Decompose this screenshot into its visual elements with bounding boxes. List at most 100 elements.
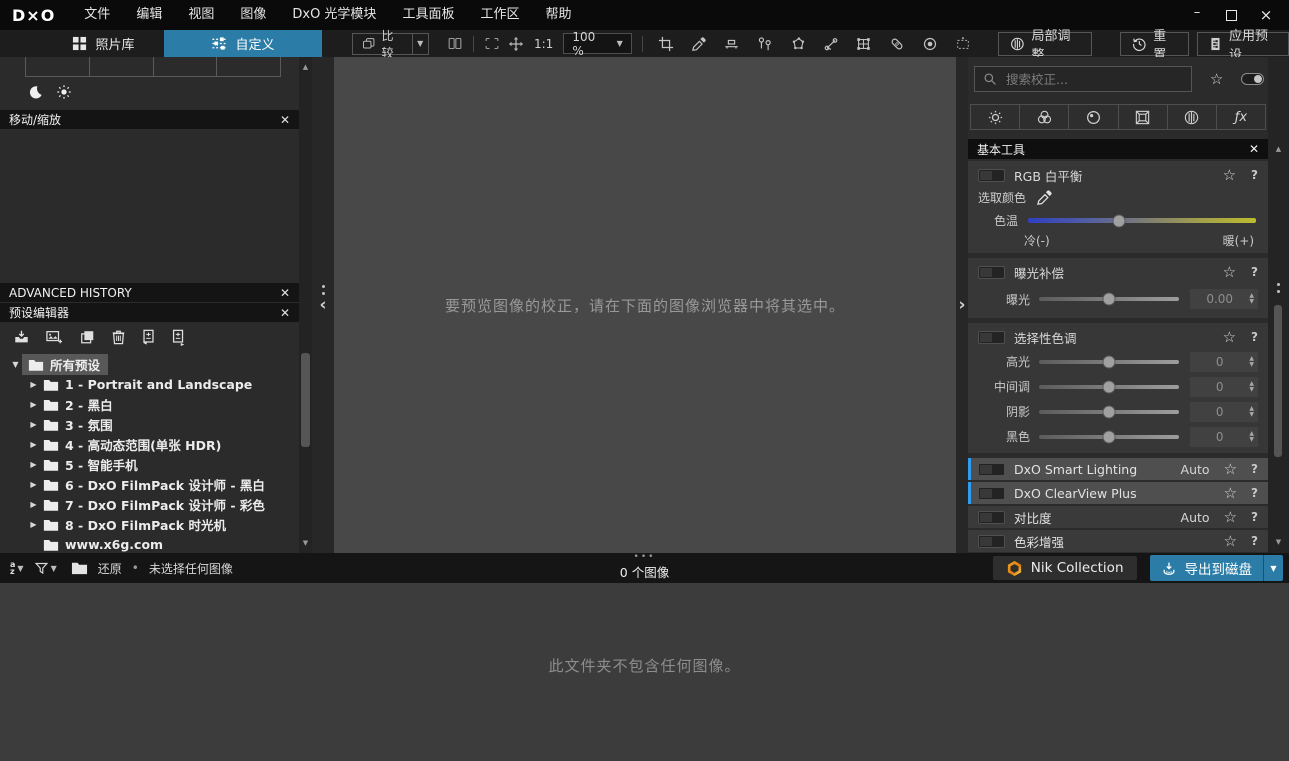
midtones-value-spinner[interactable]: 0 ▲ ▼: [1190, 376, 1258, 397]
repair-tool[interactable]: [884, 33, 910, 55]
export-preset-file-icon[interactable]: [171, 329, 186, 346]
selective-tone-checkbox[interactable]: [978, 330, 1005, 344]
scrollbar-thumb[interactable]: [1274, 305, 1282, 457]
left-panel-scrollbar[interactable]: ▲ ▼: [299, 57, 312, 553]
help-icon[interactable]: ?: [1251, 330, 1258, 344]
highlights-slider[interactable]: [1039, 355, 1179, 368]
help-icon[interactable]: ?: [1251, 265, 1258, 279]
tab-local-adjustments[interactable]: [1167, 104, 1217, 130]
expand-icon[interactable]: ▶: [27, 380, 40, 389]
shadows-slider[interactable]: [1039, 405, 1179, 418]
search-input[interactable]: [1004, 70, 1164, 88]
control-point-tool[interactable]: [752, 33, 778, 55]
collapse-icon[interactable]: ▼: [9, 360, 22, 369]
search-corrections-box[interactable]: [974, 66, 1192, 92]
preset-folder[interactable]: ▶ 1 - Portrait and Landscape: [0, 374, 299, 394]
smart-lighting-checkbox[interactable]: [978, 462, 1005, 476]
zoom-level-dropdown[interactable]: 100 % ▼: [563, 30, 632, 58]
sort-dropdown[interactable]: az ▼: [10, 561, 24, 576]
tab-color[interactable]: [1020, 104, 1070, 130]
left-panel-splitter[interactable]: ‹: [312, 57, 334, 553]
favorite-star-icon[interactable]: ☆: [1223, 263, 1236, 281]
local-adjustments-button[interactable]: 局部调整: [997, 29, 1092, 63]
close-icon[interactable]: ✕: [280, 306, 290, 320]
preset-folder[interactable]: www.x6g.com: [0, 534, 299, 553]
favorites-filter-icon[interactable]: ☆: [1210, 70, 1223, 88]
highlights-value-spinner[interactable]: 0 ▲ ▼: [1190, 351, 1258, 372]
tab-light[interactable]: [970, 104, 1021, 130]
expand-icon[interactable]: ▶: [27, 460, 40, 469]
right-panel-splitter[interactable]: ›: [956, 57, 968, 553]
polygon-tool[interactable]: [785, 33, 811, 55]
preset-folder[interactable]: ▶ 8 - DxO FilmPack 时光机: [0, 514, 299, 534]
perspective-grid-tool[interactable]: [851, 33, 877, 55]
duplicate-preset-icon[interactable]: [79, 329, 96, 345]
spinner-arrows-icon[interactable]: ▲ ▼: [1249, 405, 1258, 418]
preset-folder[interactable]: ▶ 4 - 高动态范围(单张 HDR): [0, 434, 299, 454]
create-preset-from-image-icon[interactable]: [45, 329, 64, 345]
blacks-value-spinner[interactable]: 0 ▲ ▼: [1190, 426, 1258, 447]
collapse-right-panel-icon[interactable]: ›: [956, 295, 968, 315]
menu-tool-panel[interactable]: 工具面板: [389, 0, 467, 30]
preset-folder[interactable]: ▶ 5 - 智能手机: [0, 454, 299, 474]
color-enhance-checkbox[interactable]: [978, 534, 1005, 548]
eyedropper-tool[interactable]: [686, 33, 712, 55]
preset-editor-palette-header[interactable]: 预设编辑器 ✕: [0, 303, 299, 322]
menu-edit[interactable]: 编辑: [123, 0, 175, 30]
minimize-button[interactable]: –: [1190, 6, 1204, 22]
menu-dxo-optics-modules[interactable]: DxO 光学模块: [279, 0, 389, 30]
active-corrections-toggle[interactable]: [1241, 73, 1264, 85]
slider-thumb[interactable]: [1102, 355, 1116, 368]
side-by-side-icon[interactable]: [443, 33, 467, 55]
nik-collection-button[interactable]: Nik Collection: [992, 556, 1137, 580]
tab-fx[interactable]: ƒx: [1216, 104, 1267, 130]
clearview-plus-row[interactable]: DxO ClearView Plus ☆ ?: [968, 482, 1268, 504]
preset-folder[interactable]: ▶ 7 - DxO FilmPack 设计师 - 彩色: [0, 494, 299, 514]
shadow-clipping-icon[interactable]: [28, 85, 43, 100]
scroll-down-icon[interactable]: ▼: [1268, 538, 1289, 546]
restore-label[interactable]: 还原: [98, 560, 122, 577]
help-icon[interactable]: ?: [1251, 486, 1258, 500]
favorite-star-icon[interactable]: ☆: [1224, 532, 1237, 550]
favorite-star-icon[interactable]: ☆: [1224, 484, 1237, 502]
white-balance-checkbox[interactable]: [978, 168, 1005, 182]
color-enhance-row[interactable]: 色彩增强 ☆ ?: [968, 530, 1268, 552]
drag-handle-icon[interactable]: •••: [634, 553, 656, 562]
help-icon[interactable]: ?: [1251, 168, 1258, 182]
spinner-arrows-icon[interactable]: ▲ ▼: [1249, 355, 1258, 368]
slider-thumb[interactable]: [1102, 292, 1116, 306]
close-icon[interactable]: ✕: [280, 113, 290, 127]
expand-icon[interactable]: ▶: [27, 440, 40, 449]
spinner-arrows-icon[interactable]: ▲ ▼: [1249, 293, 1258, 305]
favorite-star-icon[interactable]: ☆: [1224, 460, 1237, 478]
advanced-history-palette-header[interactable]: ADVANCED HISTORY ✕: [0, 283, 299, 302]
menu-workspace[interactable]: 工作区: [467, 0, 532, 30]
splitter-handle[interactable]: [1268, 283, 1289, 293]
crop-tool[interactable]: [653, 33, 679, 55]
expand-icon[interactable]: ▶: [27, 400, 40, 409]
blacks-slider[interactable]: [1039, 430, 1179, 443]
horizon-tool[interactable]: [719, 33, 745, 55]
slider-thumb[interactable]: [1112, 214, 1126, 227]
slider-thumb[interactable]: [1102, 380, 1116, 393]
exposure-slider[interactable]: [1039, 292, 1179, 306]
export-to-disk-button[interactable]: 导出到磁盘 ▼: [1149, 555, 1283, 581]
delete-preset-icon[interactable]: [111, 329, 126, 345]
expand-icon[interactable]: ▶: [27, 420, 40, 429]
scroll-up-icon[interactable]: ▲: [299, 63, 312, 71]
menu-view[interactable]: 视图: [175, 0, 227, 30]
scroll-up-icon[interactable]: ▲: [1268, 145, 1289, 153]
pan-move-icon[interactable]: [504, 33, 528, 55]
favorite-star-icon[interactable]: ☆: [1224, 508, 1237, 526]
highlight-clipping-icon[interactable]: [56, 84, 72, 100]
filter-dropdown[interactable]: ▼: [34, 561, 57, 576]
preset-folder[interactable]: ▶ 3 - 氛围: [0, 414, 299, 434]
expand-icon[interactable]: ▶: [27, 500, 40, 509]
close-icon[interactable]: ✕: [1249, 142, 1259, 156]
tab-geometry[interactable]: [1118, 104, 1168, 130]
folder-icon[interactable]: [71, 561, 88, 575]
shadows-value-spinner[interactable]: 0 ▲ ▼: [1190, 401, 1258, 422]
splitter-handle[interactable]: [312, 285, 334, 295]
midtones-slider[interactable]: [1039, 380, 1179, 393]
favorite-star-icon[interactable]: ☆: [1223, 166, 1236, 184]
